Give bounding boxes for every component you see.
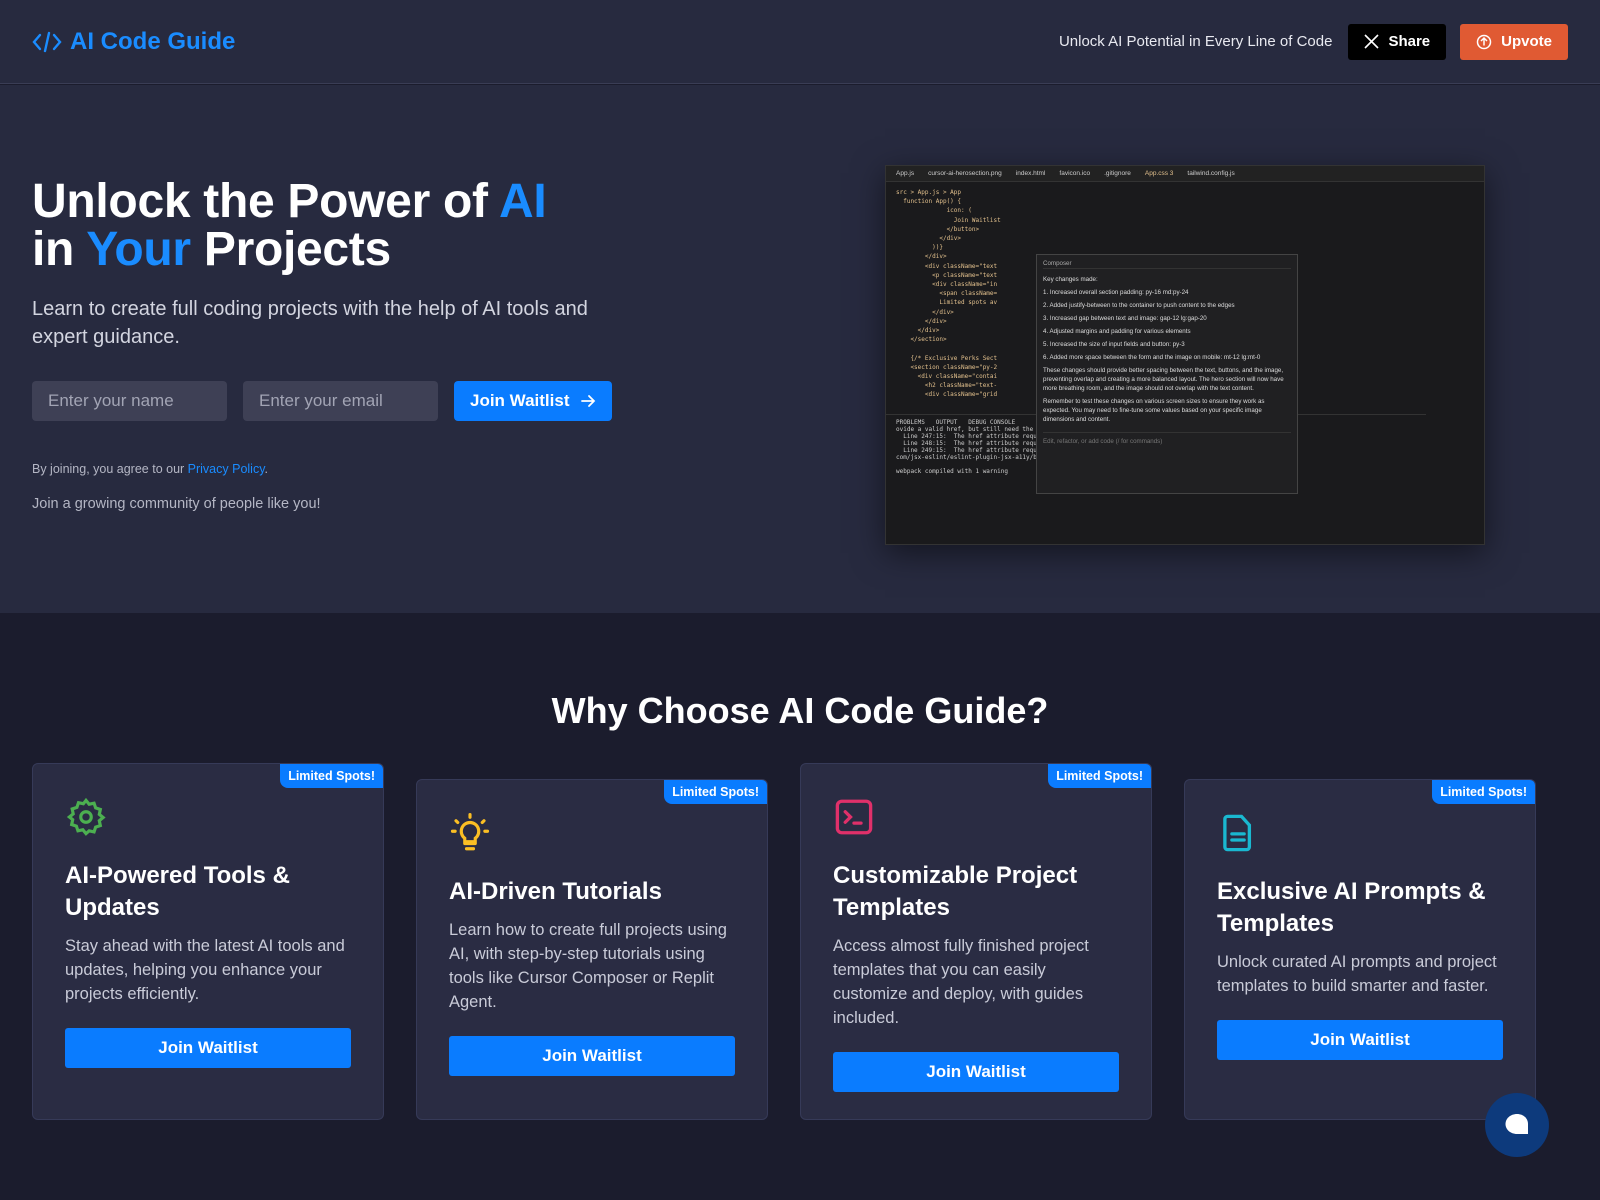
- card-text: Unlock curated AI prompts and project te…: [1217, 953, 1497, 995]
- privacy-policy-link[interactable]: Privacy Policy: [188, 462, 265, 476]
- chat-bubble-icon: [1505, 1114, 1528, 1134]
- composer-line: Remember to test these changes on variou…: [1043, 398, 1265, 423]
- tagline: Unlock AI Potential in Every Line of Cod…: [1058, 33, 1333, 50]
- composer-line: 4. Adjusted margins and padding for vari…: [1043, 328, 1191, 335]
- composer-line: 2. Added justify-between to the containe…: [1043, 302, 1235, 309]
- composer-line: 6. Added more space between the form and…: [1043, 354, 1261, 361]
- card-text: Learn how to create full projects using …: [449, 921, 727, 1011]
- upvote-button[interactable]: Upvote: [1460, 23, 1568, 60]
- feature-card: Limited Spots! Exclusive AI Prompts & Te…: [1184, 779, 1536, 1120]
- terms-text: By joining, you agree to our Privacy Pol…: [32, 462, 269, 476]
- name-input[interactable]: [32, 381, 227, 421]
- editor-tab: App.css 3: [1144, 170, 1174, 177]
- editor-tab: favicon.ico: [1059, 170, 1091, 177]
- composer-line: 1. Increased overall section padding: py…: [1043, 289, 1189, 296]
- composer-line: These changes should provide better spac…: [1043, 367, 1284, 392]
- share-label: Share: [1388, 33, 1431, 50]
- editor-tab: App.js: [896, 170, 915, 177]
- composer-line: Key changes made:: [1043, 276, 1098, 283]
- limited-spots-badge: Limited Spots!: [280, 764, 383, 788]
- code-icon: [32, 31, 62, 52]
- share-button[interactable]: Share: [1348, 23, 1447, 60]
- arrow-right-icon: [580, 395, 595, 407]
- composer-title: Composer: [1043, 259, 1291, 269]
- limited-spots-badge: Limited Spots!: [1048, 764, 1151, 788]
- logo-text: AI Code Guide: [70, 27, 236, 55]
- email-input[interactable]: [243, 381, 438, 421]
- editor-tabs: App.js cursor-ai-herosection.png index.htm…: [886, 166, 1484, 182]
- card-text: Stay ahead with the latest AI tools and …: [65, 937, 345, 1003]
- card-title: AI-Driven Tutorials: [449, 878, 662, 905]
- arrow-up-circle-icon: [1476, 34, 1492, 49]
- chat-button[interactable]: [1485, 1093, 1549, 1157]
- x-logo-icon: [1364, 34, 1380, 49]
- waitlist-form: Join Waitlist: [32, 381, 612, 421]
- editor-screenshot: App.js cursor-ai-herosection.png index.htm…: [885, 165, 1485, 545]
- card-join-waitlist-button[interactable]: Join Waitlist: [833, 1052, 1119, 1092]
- limited-spots-badge: Limited Spots!: [664, 780, 767, 804]
- header: AI Code Guide Unlock AI Potential in Eve…: [0, 0, 1600, 84]
- editor-tab: tailwind.config.js: [1187, 170, 1235, 177]
- join-waitlist-button[interactable]: Join Waitlist: [454, 381, 612, 421]
- gear-icon: [65, 796, 351, 838]
- card-join-waitlist-button[interactable]: Join Waitlist: [1217, 1020, 1503, 1060]
- composer-line: 3. Increased gap between text and image:…: [1043, 315, 1207, 322]
- card-join-waitlist-button[interactable]: Join Waitlist: [449, 1036, 735, 1076]
- hero-subtitle: Learn to create full coding projects wit…: [32, 298, 588, 348]
- upvote-label: Upvote: [1501, 33, 1552, 50]
- card-join-waitlist-button[interactable]: Join Waitlist: [65, 1028, 351, 1068]
- editor-tab: index.html: [1015, 170, 1046, 177]
- card-title: Exclusive AI Prompts & Templates: [1217, 878, 1486, 937]
- composer-input: Edit, refactor, or add code (/ for comma…: [1043, 432, 1291, 446]
- community-text: Join a growing community of people like …: [32, 496, 321, 512]
- limited-spots-badge: Limited Spots!: [1432, 780, 1535, 804]
- hero-title: Unlock the Power of AI in Your Projects: [32, 175, 547, 276]
- card-title: Customizable Project Templates: [833, 862, 1078, 921]
- editor-tab: cursor-ai-herosection.png: [928, 170, 1002, 177]
- composer-panel: Composer Key changes made: 1. Increased o…: [1036, 254, 1298, 494]
- lightbulb-icon: [449, 812, 735, 854]
- card-text: Access almost fully finished project tem…: [833, 937, 1089, 1027]
- features-title: Why Choose AI Code Guide?: [551, 690, 1049, 731]
- composer-line: 5. Increased the size of input fields an…: [1043, 341, 1185, 348]
- hero-section: Unlock the Power of AI in Your Projects L…: [0, 85, 1600, 613]
- feature-card: Limited Spots! AI-Powered Tools & Update…: [32, 763, 384, 1120]
- editor-tab: .gitignore: [1104, 170, 1131, 177]
- feature-card: Limited Spots! AI-Driven Tutorials Learn…: [416, 779, 768, 1120]
- logo[interactable]: AI Code Guide: [32, 28, 235, 56]
- terminal-icon: [833, 796, 1119, 838]
- join-label: Join Waitlist: [470, 391, 570, 410]
- feature-card: Limited Spots! Customizable Project Temp…: [800, 763, 1152, 1120]
- card-title: AI-Powered Tools & Updates: [65, 862, 290, 921]
- document-icon: [1217, 812, 1503, 854]
